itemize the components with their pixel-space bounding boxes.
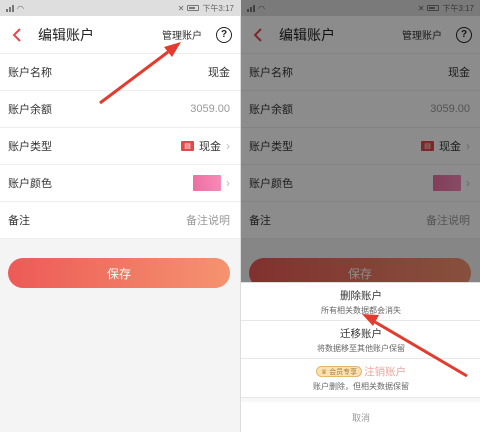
note-row[interactable]: 备注 备注说明 — [0, 202, 240, 239]
option-subtitle: 将数据移至其他账户保留 — [317, 343, 405, 353]
vip-badge: ♛ 会员专享 — [315, 366, 363, 377]
account-name-row[interactable]: 账户名称 现金 — [0, 54, 240, 91]
color-swatch — [193, 175, 221, 191]
signal-icon — [6, 4, 14, 12]
row-label: 账户余额 — [8, 104, 52, 116]
migrate-account-option[interactable]: 迁移账户 将数据移至其他账户保留 — [241, 321, 480, 359]
option-title-line: ♛ 会员专享 注销账户 — [315, 364, 407, 379]
help-circle-icon[interactable]: ? — [216, 26, 232, 43]
row-label: 账户颜色 — [8, 178, 52, 190]
screenshot-pair: ◠ ✕ 下午3:17 编辑账户 管理账户 ? 账户名称 现金 账户余额 3059… — [0, 0, 480, 432]
status-bar: ◠ ✕ 下午3:17 — [0, 0, 240, 16]
manage-account-button[interactable]: 管理账户 — [162, 27, 202, 42]
battery-icon — [187, 5, 200, 11]
wifi-icon: ◠ — [17, 3, 24, 13]
vip-badge-label: 会员专享 — [329, 368, 358, 376]
close-account-option[interactable]: ♛ 会员专享 注销账户 账户删除，但相关数据保留 — [241, 359, 480, 398]
crown-icon: ♛ — [320, 368, 328, 376]
row-value-group: ▤ 现金 › — [181, 138, 230, 154]
chevron-right-icon: › — [226, 176, 230, 190]
delete-account-option[interactable]: 删除账户 所有相关数据都会消失 — [241, 283, 480, 321]
row-value: 现金 — [199, 141, 221, 153]
row-value: 3059.00 — [190, 103, 230, 115]
account-color-row[interactable]: 账户颜色 › — [0, 165, 240, 202]
mute-icon: ✕ — [177, 3, 185, 13]
option-title: 注销账户 — [364, 366, 407, 378]
page-title: 编辑账户 — [38, 26, 94, 43]
note-placeholder[interactable]: 备注说明 — [186, 212, 230, 228]
row-label: 备注 — [8, 215, 30, 227]
back-chevron-icon[interactable] — [6, 24, 28, 46]
row-value-group: › — [193, 175, 230, 191]
option-title: 删除账户 — [340, 289, 382, 302]
chevron-right-icon: › — [226, 139, 230, 153]
edit-account-screen: ◠ ✕ 下午3:17 编辑账户 管理账户 ? 账户名称 现金 账户余额 3059… — [0, 0, 240, 432]
row-label: 账户类型 — [8, 141, 52, 153]
cash-icon: ▤ — [181, 141, 194, 151]
manage-account-action-sheet: 删除账户 所有相关数据都会消失 迁移账户 将数据移至其他账户保留 ♛ 会员专享 … — [241, 282, 480, 432]
option-subtitle: 账户删除，但相关数据保留 — [313, 382, 409, 391]
save-button[interactable]: 保存 — [8, 258, 230, 288]
row-value: 现金 — [208, 67, 230, 79]
status-time: 下午3:17 — [202, 3, 234, 13]
option-title: 迁移账户 — [340, 327, 382, 340]
account-type-row[interactable]: 账户类型 ▤ 现金 › — [0, 128, 240, 165]
nav-bar: 编辑账户 管理账户 ? — [0, 16, 240, 54]
manage-account-sheet-screen: ◠ ✕ 下午3:17 编辑账户 管理账户 ? 账户名称 现金 账户余额 3059… — [240, 0, 480, 432]
row-label: 账户名称 — [8, 67, 52, 79]
option-subtitle: 所有相关数据都会消失 — [321, 305, 401, 315]
account-balance-row[interactable]: 账户余额 3059.00 — [0, 91, 240, 128]
cancel-button[interactable]: 取消 — [241, 402, 480, 432]
